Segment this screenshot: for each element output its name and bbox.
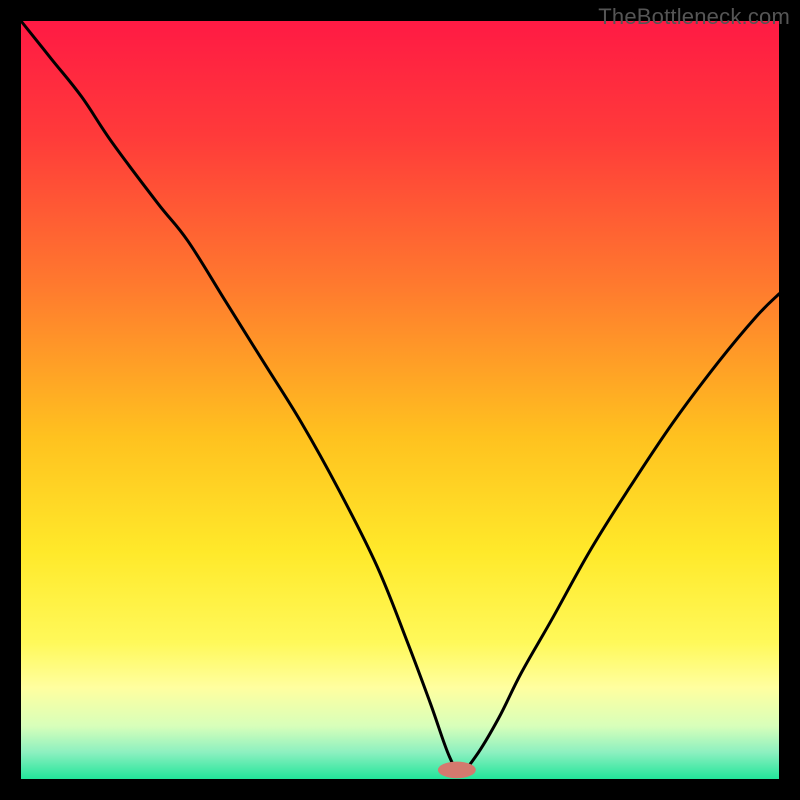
frame-border-left [0, 0, 21, 800]
frame-border-bottom [0, 779, 800, 800]
plot-background [21, 21, 779, 779]
chart-canvas [0, 0, 800, 800]
chart-frame: TheBottleneck.com [0, 0, 800, 800]
frame-border-right [779, 0, 800, 800]
chart-svg [0, 0, 800, 800]
attribution-watermark: TheBottleneck.com [598, 4, 790, 30]
optimum-marker [438, 762, 476, 779]
